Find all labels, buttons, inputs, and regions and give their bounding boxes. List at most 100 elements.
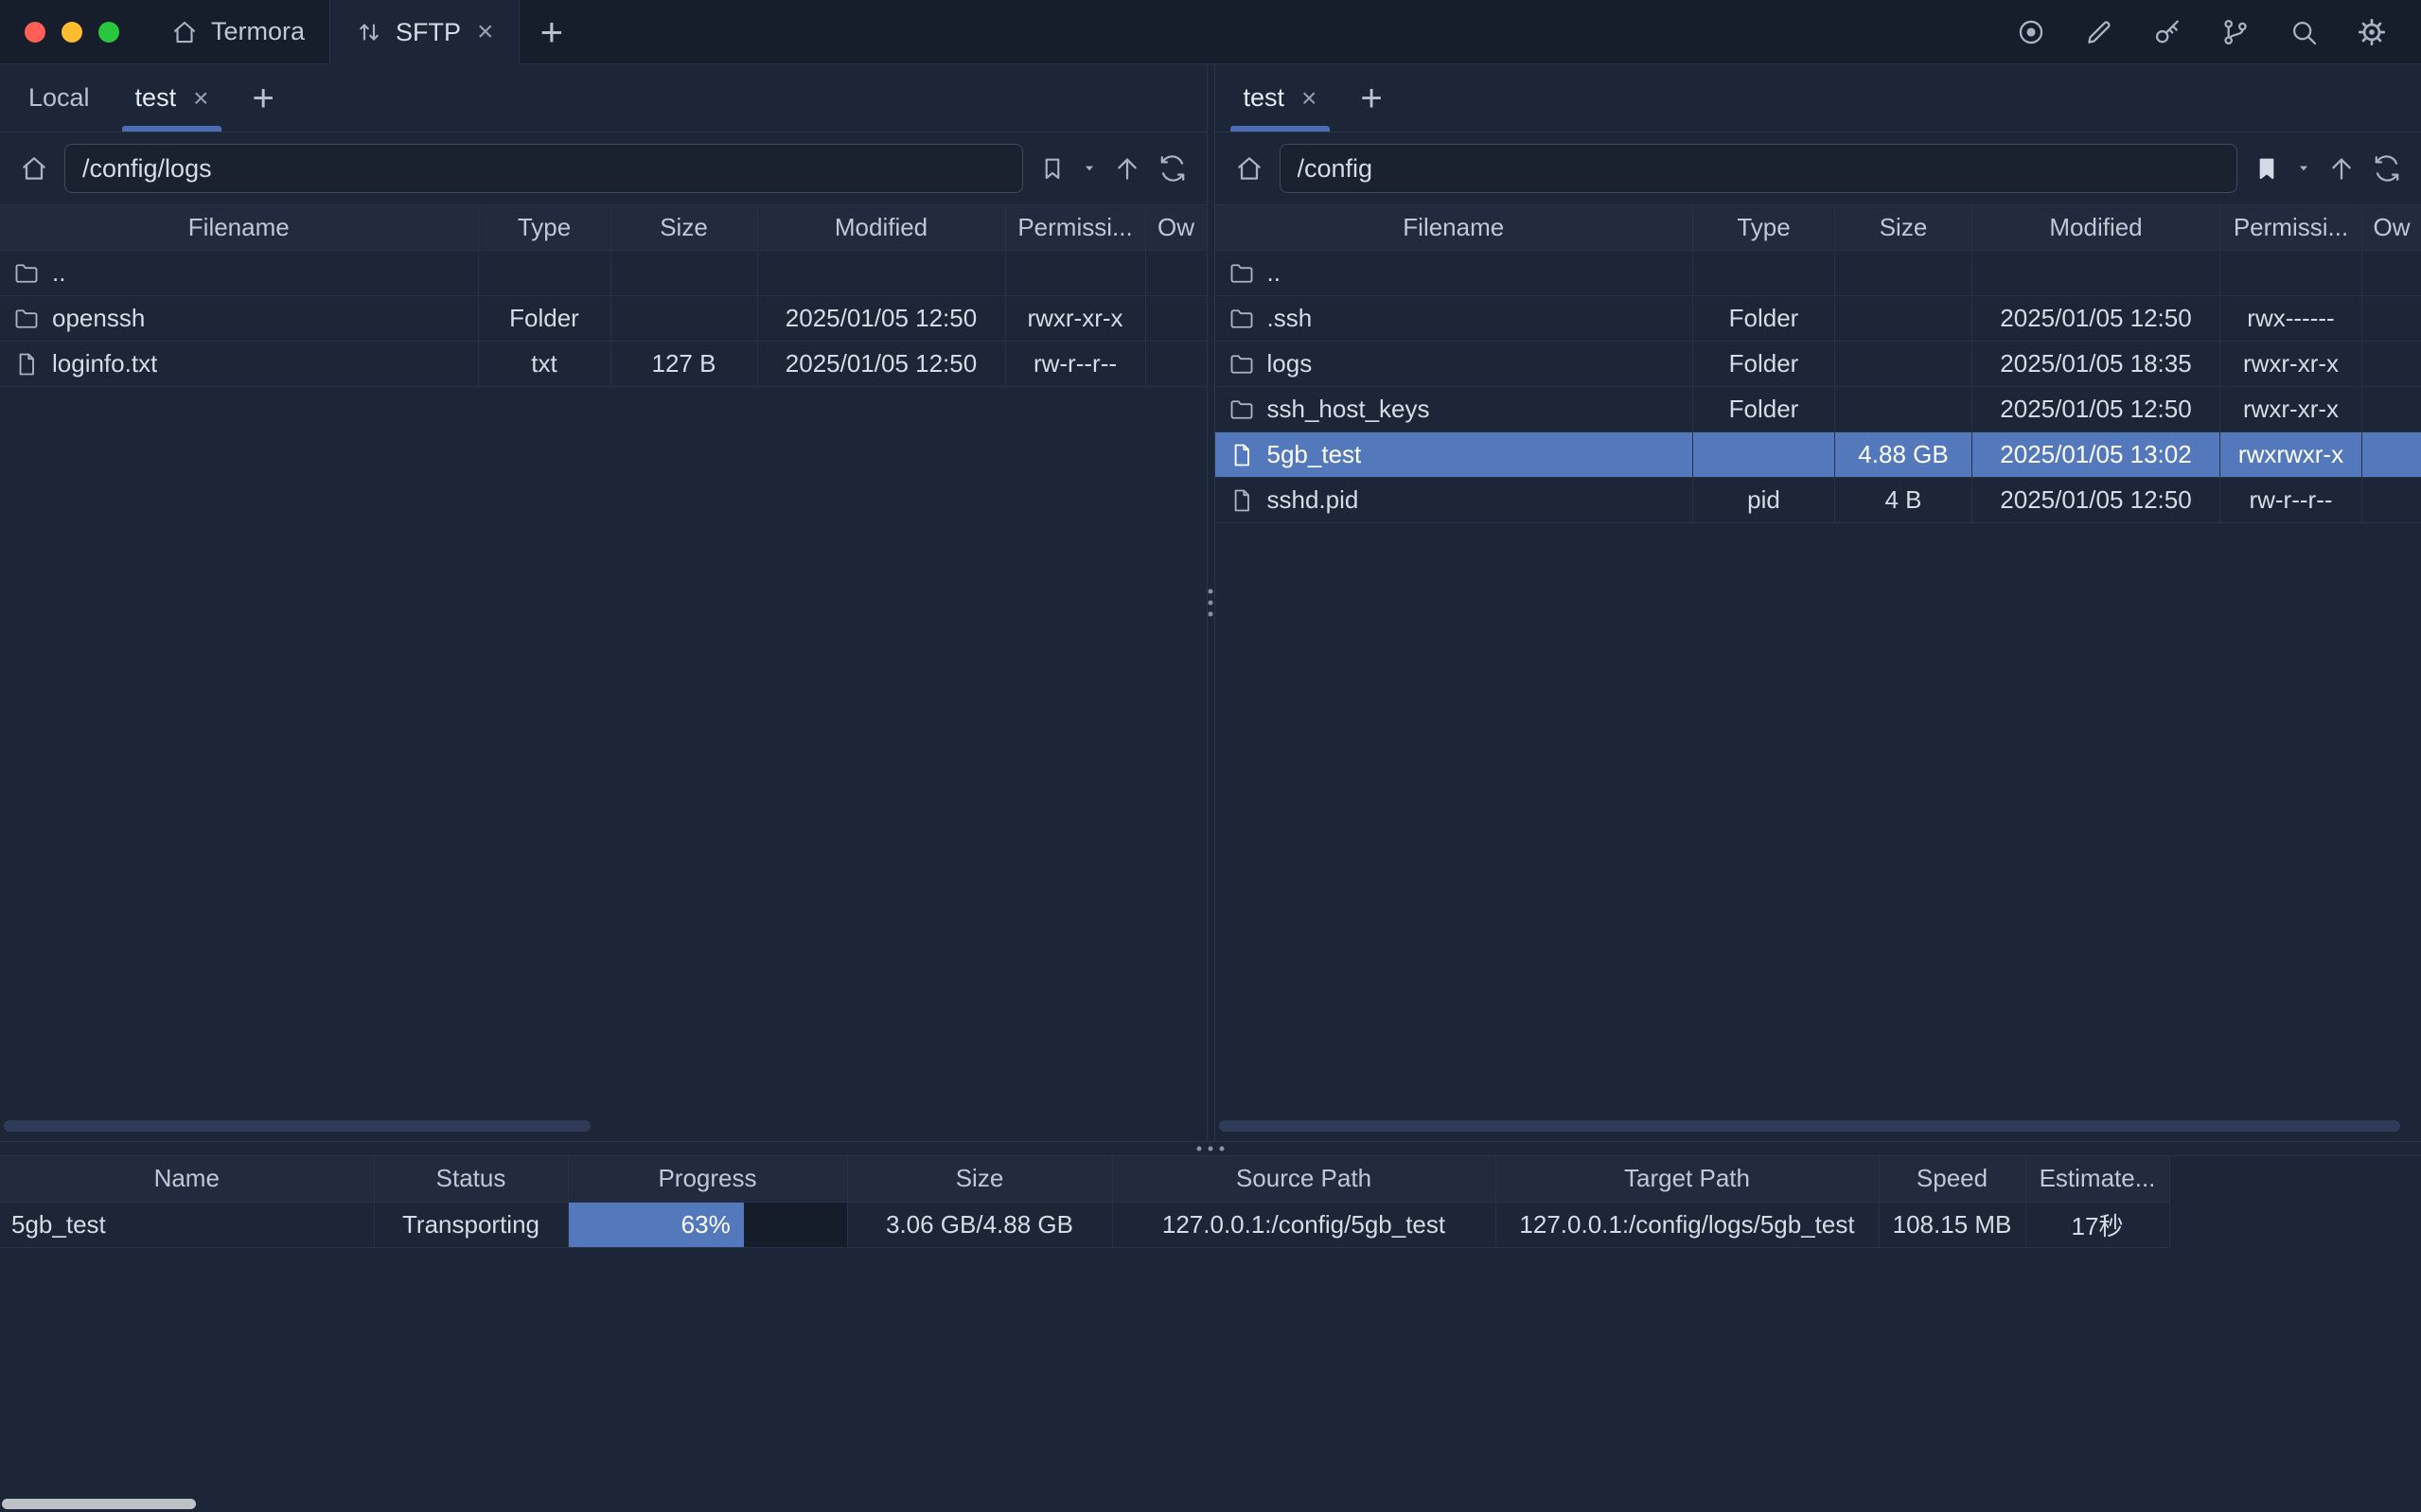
column-header-name[interactable]: Name <box>0 1156 374 1202</box>
settings-gear-icon[interactable] <box>2347 8 2396 57</box>
column-header-size[interactable]: Size <box>610 205 757 251</box>
column-header-modified[interactable]: Modified <box>757 205 1005 251</box>
key-icon[interactable] <box>2143 8 2192 57</box>
type-cell <box>478 251 610 296</box>
transfer-speed-cell: 108.15 MB <box>1879 1202 2025 1247</box>
bookmark-filled-icon[interactable] <box>2253 154 2281 183</box>
home-icon[interactable] <box>19 153 49 184</box>
column-header-size[interactable]: Size <box>847 1156 1112 1202</box>
search-icon[interactable] <box>2279 8 2328 57</box>
refresh-icon[interactable] <box>1157 153 1188 184</box>
pane-splitter[interactable] <box>1207 64 1215 1141</box>
column-header-type[interactable]: Type <box>1693 205 1835 251</box>
type-cell: pid <box>1693 478 1835 523</box>
new-right-pane-tab-button[interactable]: + <box>1339 64 1403 132</box>
table-row[interactable]: .ssh Folder 2025/01/05 12:50 rwx------ <box>1215 296 2421 342</box>
size-cell: 127 B <box>610 342 757 387</box>
transfer-panel: Name Status Progress Size Source Path Ta… <box>0 1156 2421 1512</box>
column-header-size[interactable]: Size <box>1835 205 1972 251</box>
modified-cell: 2025/01/05 12:50 <box>1972 296 2220 342</box>
permissions-cell: rw-r--r-- <box>2220 478 2362 523</box>
column-header-permissions[interactable]: Permissi... <box>1005 205 1145 251</box>
folder-icon <box>1228 260 1255 287</box>
table-row[interactable]: ssh_host_keys Folder 2025/01/05 12:50 rw… <box>1215 387 2421 432</box>
table-header-row: Filename Type Size Modified Permissi... … <box>1215 205 2421 251</box>
traffic-lights <box>0 0 146 63</box>
column-header-owner[interactable]: Ow <box>2362 205 2421 251</box>
owner-cell <box>2362 296 2421 342</box>
refresh-icon[interactable] <box>2372 153 2402 184</box>
modified-cell: 2025/01/05 12:50 <box>757 342 1005 387</box>
progress-label: 63% <box>681 1210 731 1239</box>
chevron-down-icon[interactable] <box>1082 161 1097 176</box>
left-path-input[interactable] <box>64 144 1023 193</box>
close-icon[interactable]: × <box>473 18 494 46</box>
transfer-row[interactable]: 5gb_test Transporting 63% 3.06 GB/4.88 G… <box>0 1202 2169 1247</box>
new-left-pane-tab-button[interactable]: + <box>231 64 294 132</box>
column-header-modified[interactable]: Modified <box>1972 205 2220 251</box>
owner-cell <box>2362 387 2421 432</box>
folder-icon <box>13 260 40 287</box>
column-header-filename[interactable]: Filename <box>1215 205 1693 251</box>
transfer-progress-cell: 63% <box>568 1202 847 1247</box>
column-header-status[interactable]: Status <box>374 1156 568 1202</box>
right-pane-tabs: test × + <box>1215 64 2421 132</box>
size-cell <box>610 296 757 342</box>
bookmark-icon[interactable] <box>1038 154 1067 183</box>
window-horizontal-scrollbar-thumb[interactable] <box>2 1499 196 1509</box>
table-row-selected[interactable]: 5gb_test 4.88 GB 2025/01/05 13:02 rwxrwx… <box>1215 432 2421 478</box>
edit-icon[interactable] <box>2075 8 2124 57</box>
close-window-button[interactable] <box>25 22 45 43</box>
record-icon[interactable] <box>2006 8 2056 57</box>
tab-test-left[interactable]: test × <box>113 64 232 132</box>
left-horizontal-scrollbar[interactable] <box>0 1120 1207 1132</box>
table-row[interactable]: .. <box>0 251 1207 296</box>
table-row[interactable]: loginfo.txt txt 127 B 2025/01/05 12:50 r… <box>0 342 1207 387</box>
tab-sftp[interactable]: SFTP × <box>329 0 520 64</box>
close-icon[interactable]: × <box>189 85 208 112</box>
column-header-type[interactable]: Type <box>478 205 610 251</box>
titlebar: Termora SFTP × + <box>0 0 2421 64</box>
owner-cell <box>2362 432 2421 478</box>
branch-icon[interactable] <box>2211 8 2260 57</box>
tab-test-right[interactable]: test × <box>1221 64 1340 132</box>
zoom-window-button[interactable] <box>98 22 119 43</box>
new-window-tab-button[interactable]: + <box>520 0 585 63</box>
column-header-permissions[interactable]: Permissi... <box>2220 205 2362 251</box>
tab-termora[interactable]: Termora <box>146 0 329 63</box>
close-icon[interactable]: × <box>1298 85 1317 112</box>
minimize-window-button[interactable] <box>62 22 82 43</box>
home-icon[interactable] <box>1234 153 1264 184</box>
table-row[interactable]: openssh Folder 2025/01/05 12:50 rwxr-xr-… <box>0 296 1207 342</box>
scrollbar-thumb[interactable] <box>1219 1120 2401 1132</box>
table-row[interactable]: .. <box>1215 251 2421 296</box>
column-header-target-path[interactable]: Target Path <box>1495 1156 1879 1202</box>
table-row[interactable]: logs Folder 2025/01/05 18:35 rwxr-xr-x <box>1215 342 2421 387</box>
file-icon <box>13 351 40 378</box>
transfer-splitter[interactable] <box>0 1141 2421 1156</box>
up-directory-icon[interactable] <box>2326 153 2357 184</box>
scrollbar-thumb[interactable] <box>4 1120 591 1132</box>
transfer-status-cell: Transporting <box>374 1202 568 1247</box>
up-directory-icon[interactable] <box>1112 153 1142 184</box>
column-header-estimate[interactable]: Estimate... <box>2025 1156 2169 1202</box>
size-cell <box>1835 251 1972 296</box>
right-path-input[interactable] <box>1280 144 2238 193</box>
chevron-down-icon[interactable] <box>2296 161 2311 176</box>
sftp-dual-pane: Local test × + <box>0 64 2421 1141</box>
column-header-owner[interactable]: Ow <box>1145 205 1207 251</box>
column-header-progress[interactable]: Progress <box>568 1156 847 1202</box>
filename-cell: logs <box>1215 342 1693 387</box>
table-row[interactable]: sshd.pid pid 4 B 2025/01/05 12:50 rw-r--… <box>1215 478 2421 523</box>
right-horizontal-scrollbar[interactable] <box>1215 1120 2421 1132</box>
modified-cell <box>757 251 1005 296</box>
column-header-source-path[interactable]: Source Path <box>1112 1156 1495 1202</box>
tab-local[interactable]: Local <box>6 64 113 132</box>
owner-cell <box>2362 478 2421 523</box>
transfer-size-cell: 3.06 GB/4.88 GB <box>847 1202 1112 1247</box>
left-file-table: Filename Type Size Modified Permissi... … <box>0 204 1207 387</box>
modified-cell: 2025/01/05 12:50 <box>757 296 1005 342</box>
column-header-filename[interactable]: Filename <box>0 205 478 251</box>
column-header-speed[interactable]: Speed <box>1879 1156 2025 1202</box>
titlebar-toolbar <box>2006 0 2421 63</box>
